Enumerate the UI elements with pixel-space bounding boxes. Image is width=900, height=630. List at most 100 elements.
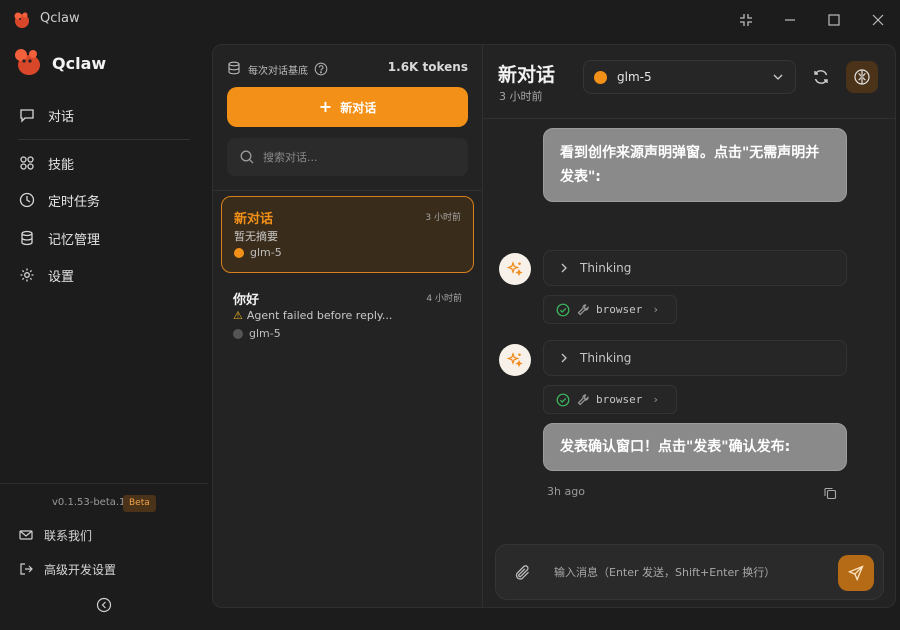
refresh-button[interactable]: [806, 62, 836, 92]
chevron-right-icon: [561, 263, 567, 273]
search-input[interactable]: [263, 138, 458, 176]
advanced-dev-settings-link[interactable]: 高级开发设置: [18, 559, 198, 579]
model-status-dot: [234, 247, 244, 258]
contact-us-link[interactable]: 联系我们: [18, 525, 198, 545]
sidebar-item-settings[interactable]: 设置: [18, 263, 198, 287]
beta-badge: Beta: [123, 495, 156, 512]
chevron-down-icon: [773, 74, 783, 80]
warning-icon: ⚠: [233, 309, 243, 322]
model-dot: [594, 70, 607, 84]
wrench-icon: [576, 303, 590, 317]
mail-icon: [18, 527, 34, 543]
sidebar-bottom-divider: [0, 483, 208, 484]
clock-icon: [18, 191, 36, 209]
search-icon: [240, 150, 254, 164]
collapse-window-button[interactable]: [734, 8, 758, 32]
version-label: v0.1.53-beta.1: [52, 497, 126, 508]
column-divider: [482, 45, 483, 607]
chat-icon: [18, 106, 36, 124]
conversation-model: glm-5: [233, 327, 281, 340]
help-icon[interactable]: [314, 61, 328, 76]
message-input[interactable]: [554, 545, 824, 599]
conversation-summary-text: Agent failed before reply...: [246, 309, 393, 322]
plus-icon: +: [318, 97, 333, 116]
sparkle-icon: [506, 352, 523, 368]
sidebar-item-label: 定时任务: [48, 194, 101, 210]
brand-name: Qclaw: [52, 54, 107, 73]
conversation-model-label: glm-5: [250, 246, 282, 259]
tool-name: browser: [596, 303, 643, 316]
collapse-sidebar-button[interactable]: [96, 597, 112, 613]
conversation-model-label: glm-5: [249, 327, 281, 340]
conversation-summary: 暂无摘要: [234, 230, 278, 243]
message-bubble: 看到创作来源声明弹窗。点击"无需声明并发表":: [543, 128, 847, 202]
login-icon: [18, 561, 34, 577]
maximize-icon: [828, 14, 840, 26]
token-count: 1.6K tokens: [387, 60, 468, 74]
conversation-title: 新对话: [234, 212, 274, 227]
close-button[interactable]: [866, 8, 890, 32]
thinking-toggle[interactable]: Thinking: [543, 250, 847, 286]
tool-call-chip[interactable]: browser ›: [543, 385, 677, 414]
sidebar-item-memory[interactable]: 记忆管理: [18, 226, 198, 250]
conversation-summary: ⚠ Agent failed before reply...: [233, 309, 392, 322]
gear-icon: [18, 266, 36, 284]
conversation-model: glm-5: [234, 246, 282, 259]
chat-header-divider: [483, 118, 895, 119]
check-circle-icon: [556, 393, 570, 407]
search-box[interactable]: [227, 138, 468, 176]
brain-icon: [854, 69, 870, 85]
chat-subtitle: 3 小时前: [499, 90, 543, 103]
wrench-icon: [576, 393, 590, 407]
tool-name: browser: [596, 393, 643, 406]
sparkle-icon: [506, 261, 523, 277]
database-icon: [227, 60, 241, 75]
model-select-value: glm-5: [617, 70, 652, 84]
advanced-dev-settings-label: 高级开发设置: [44, 562, 117, 577]
assistant-avatar: [499, 344, 531, 376]
lobster-app-icon: [12, 10, 32, 30]
tool-call-chip[interactable]: browser ›: [543, 295, 677, 324]
close-icon: [872, 14, 884, 26]
chevron-left-icon: [96, 597, 112, 613]
database-icon: [18, 229, 36, 247]
chevron-right-icon: [561, 353, 567, 363]
sidebar-item-skills[interactable]: 技能: [18, 151, 198, 175]
compress-icon: [740, 14, 752, 26]
conversation-title: 你好: [233, 293, 260, 308]
send-icon: [848, 565, 864, 581]
new-chat-label: 新对话: [340, 100, 377, 115]
send-button[interactable]: [838, 555, 874, 591]
thinking-label: Thinking: [580, 261, 632, 275]
thinking-label: Thinking: [580, 351, 632, 365]
check-circle-icon: [556, 303, 570, 317]
paperclip-icon[interactable]: [514, 564, 532, 582]
chevron-right-icon: ›: [652, 393, 659, 406]
thinking-toggle[interactable]: Thinking: [543, 340, 847, 376]
title-bar: [0, 0, 900, 40]
list-divider: [213, 190, 482, 191]
context-base-label: 每次对话基底: [248, 66, 308, 77]
sidebar-item-chat[interactable]: 对话: [18, 103, 198, 127]
refresh-icon: [814, 70, 828, 84]
minimize-icon: [785, 19, 795, 21]
minimize-button[interactable]: [778, 8, 802, 32]
brand-logo-icon: [12, 46, 44, 78]
new-chat-button[interactable]: + 新对话: [227, 87, 468, 127]
conversation-item-active[interactable]: 新对话 3 小时前 暂无摘要 glm-5: [221, 196, 474, 273]
conversation-time: 4 小时前: [426, 294, 462, 304]
conversation-item[interactable]: 你好 4 小时前 ⚠ Agent failed before reply... …: [221, 278, 474, 355]
sidebar-item-label: 对话: [48, 109, 75, 125]
model-select[interactable]: glm-5: [583, 60, 796, 94]
grid-icon: [18, 154, 36, 172]
brain-button[interactable]: [846, 61, 878, 93]
window-title: Qclaw: [40, 11, 80, 26]
message-composer: [495, 544, 884, 600]
nav-divider: [18, 139, 190, 140]
sidebar-item-scheduled-tasks[interactable]: 定时任务: [18, 188, 198, 212]
sidebar-item-label: 设置: [48, 269, 75, 285]
maximize-button[interactable]: [822, 8, 846, 32]
chat-title: 新对话: [498, 64, 556, 86]
copy-button[interactable]: [823, 485, 837, 500]
message-timestamp: 3h ago: [547, 485, 585, 498]
